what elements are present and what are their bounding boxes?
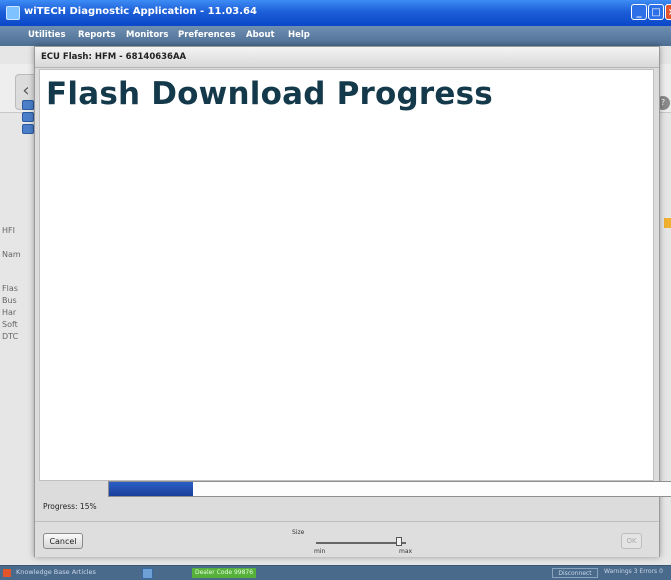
menu-bar: Utilities Reports Monitors Preferences A… bbox=[0, 26, 671, 46]
menu-reports[interactable]: Reports bbox=[78, 30, 116, 40]
size-slider-thumb[interactable] bbox=[396, 537, 402, 546]
menu-preferences[interactable]: Preferences bbox=[178, 30, 236, 40]
progress-bar-fill bbox=[109, 482, 193, 496]
knowledge-base-icon[interactable] bbox=[3, 569, 11, 577]
background-label-hfm: HFI bbox=[2, 226, 15, 235]
status-bar: Knowledge Base Articles Dealer Code 9987… bbox=[0, 565, 671, 580]
page-heading: Flash Download Progress bbox=[46, 76, 493, 112]
close-button[interactable]: × bbox=[665, 4, 671, 20]
network-icon bbox=[142, 568, 153, 579]
background-label-name: Nam bbox=[2, 250, 21, 259]
dialog-title: ECU Flash: HFM - 68140636AA bbox=[41, 52, 187, 62]
menu-monitors[interactable]: Monitors bbox=[126, 30, 168, 40]
background-label-software: Soft bbox=[2, 320, 18, 329]
minimize-button[interactable]: _ bbox=[631, 4, 647, 20]
background-label-dtc: DTC bbox=[2, 332, 19, 341]
screen: { "window": { "title": "wiTECH Diagnosti… bbox=[0, 0, 671, 580]
disconnect-button[interactable]: Disconnect bbox=[552, 568, 598, 578]
warnings-errors-status: Warnings 3 Errors 0 bbox=[604, 568, 663, 575]
background-label-hardware: Har bbox=[2, 308, 17, 317]
ecu-flash-dialog: ECU Flash: HFM - 68140636AA Flash Downlo… bbox=[34, 46, 671, 557]
progress-label: Progress: 15% bbox=[43, 502, 97, 511]
monitor-icon bbox=[22, 124, 34, 134]
size-max-label: max bbox=[399, 548, 413, 555]
ok-button[interactable]: OK bbox=[621, 533, 642, 549]
document-icon bbox=[22, 112, 34, 122]
knowledge-base-link[interactable]: Knowledge Base Articles bbox=[16, 568, 96, 576]
app-icon bbox=[6, 6, 20, 20]
window-title: wiTECH Diagnostic Application - 11.03.64 bbox=[24, 6, 257, 17]
size-min-label: min bbox=[314, 548, 326, 555]
cancel-button[interactable]: Cancel bbox=[43, 533, 83, 549]
menu-about[interactable]: About bbox=[246, 30, 275, 40]
maximize-button[interactable]: □ bbox=[648, 4, 664, 20]
dialog-content: Flash Download Progress bbox=[39, 69, 654, 481]
dealer-code-badge: Dealer Code 99876 bbox=[192, 568, 256, 578]
menu-utilities[interactable]: Utilities bbox=[28, 30, 66, 40]
status-indicator bbox=[664, 218, 671, 228]
size-slider[interactable] bbox=[316, 542, 406, 544]
menu-help[interactable]: Help bbox=[288, 30, 310, 40]
size-label: Size bbox=[292, 529, 305, 536]
window-title-bar: wiTECH Diagnostic Application - 11.03.64… bbox=[0, 0, 671, 26]
dialog-footer: Cancel Size min max OK bbox=[35, 521, 659, 557]
progress-bar bbox=[108, 481, 671, 497]
background-label-flash: Flas bbox=[2, 284, 18, 293]
dialog-header: ECU Flash: HFM - 68140636AA bbox=[35, 47, 659, 68]
background-label-bus: Bus bbox=[2, 296, 17, 305]
module-icon bbox=[22, 100, 34, 110]
